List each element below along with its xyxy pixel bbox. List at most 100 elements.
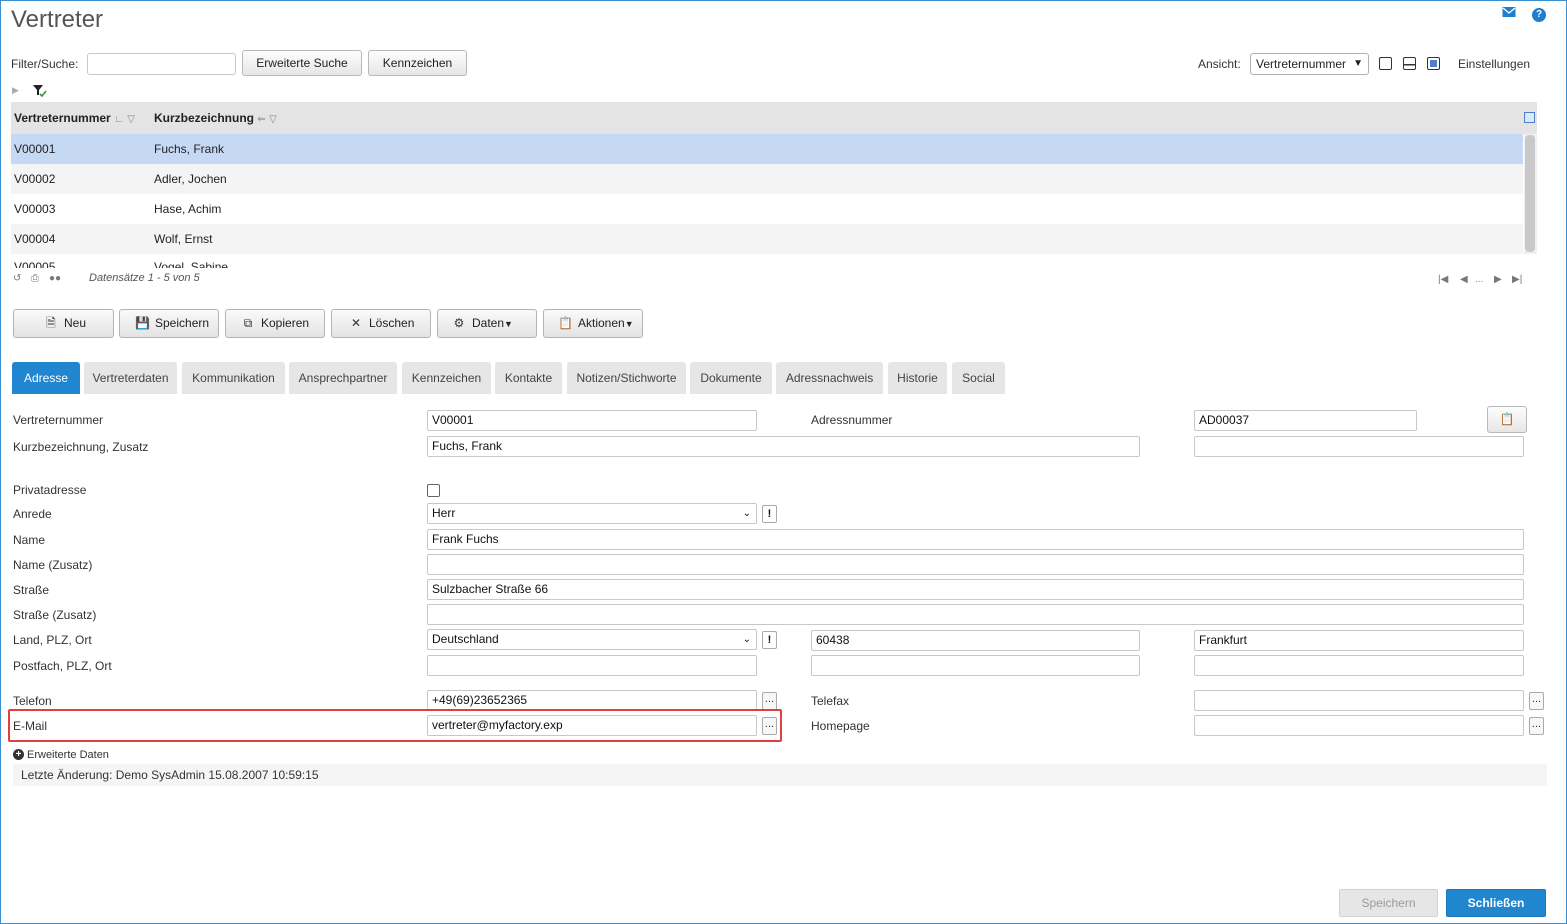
tab-vertreterdaten[interactable]: Vertreterdaten <box>84 362 177 394</box>
label-street-extra: Straße (Zusatz) <box>13 608 97 622</box>
table-row[interactable]: V00003 Hase, Achim <box>11 194 1523 224</box>
print-icon[interactable]: ⎙ <box>31 273 39 284</box>
next-page-icon[interactable]: ▶ <box>1494 274 1502 285</box>
plus-circle-icon[interactable]: + <box>13 749 24 760</box>
clipboard-icon: 📋 <box>558 316 573 330</box>
grid-scrollbar-thumb[interactable] <box>1525 135 1535 252</box>
cell-short-name: Hase, Achim <box>154 202 222 216</box>
new-button[interactable]: 🗎 Neu <box>13 309 114 338</box>
column-chooser-icon[interactable] <box>1524 112 1535 123</box>
short-name-extra-field[interactable] <box>1194 436 1524 457</box>
fax-more-button[interactable]: ... <box>1529 692 1544 710</box>
save-toolbar-button[interactable]: 💾 Speichern <box>119 309 219 338</box>
cell-rep-number: V00002 <box>14 172 56 186</box>
data-icon: ⚙ <box>453 316 465 330</box>
tags-button[interactable]: Kennzeichen <box>368 50 467 76</box>
tab-adresse[interactable]: Adresse <box>12 362 80 394</box>
column-filter-icon[interactable]: ▽ <box>127 114 135 125</box>
sort-icon[interactable]: ⇐ <box>257 114 265 125</box>
clipboard-icon: 📋 <box>1499 412 1515 426</box>
view-select[interactable]: Vertreternummer ▼ <box>1250 53 1369 75</box>
layout-single-icon[interactable] <box>1379 57 1392 70</box>
cell-rep-number: V00001 <box>14 142 56 156</box>
tab-social[interactable]: Social <box>952 362 1005 394</box>
label-address-number: Adressnummer <box>811 413 893 427</box>
refresh-icon[interactable]: ↺ <box>13 273 21 284</box>
tab-adressnachweis[interactable]: Adressnachweis <box>776 362 883 394</box>
first-page-icon[interactable]: |◀ <box>1438 274 1448 285</box>
fax-field[interactable] <box>1194 690 1524 711</box>
address-clipboard-button[interactable]: 📋 <box>1487 406 1527 433</box>
layout-detail-icon[interactable] <box>1427 57 1440 70</box>
settings-link[interactable]: Einstellungen <box>1458 57 1530 71</box>
column-label: Vertreternummer <box>14 111 111 125</box>
save-button[interactable]: Speichern <box>1339 889 1438 917</box>
sort-icon[interactable]: ∟ <box>114 114 124 125</box>
settings-dots-icon[interactable]: ●● <box>49 273 61 284</box>
table-row[interactable]: V00005 Vogel, Sabine <box>11 254 1523 268</box>
salutation-select[interactable]: Herr ⌄ <box>427 503 757 524</box>
actions-menu-button[interactable]: 📋 Aktionen▼ <box>543 309 643 338</box>
column-header-rep-number[interactable]: Vertreternummer ∟ ▽ <box>14 102 135 134</box>
delete-button[interactable]: ✕ Löschen <box>331 309 431 338</box>
copy-button[interactable]: ⧉ Kopieren <box>225 309 325 338</box>
view-selected-value: Vertreternummer <box>1256 57 1347 71</box>
zip-field[interactable]: 60438 <box>811 630 1140 651</box>
prev-page-icon[interactable]: ◀ <box>1460 274 1468 285</box>
homepage-more-button[interactable]: ... <box>1529 717 1544 735</box>
private-address-checkbox[interactable] <box>427 484 440 497</box>
close-icon: ✕ <box>350 316 362 330</box>
close-button[interactable]: Schließen <box>1446 889 1546 917</box>
pobox-zip-field[interactable] <box>811 655 1140 676</box>
expand-arrow-icon[interactable]: ▶ <box>12 85 19 96</box>
tab-ansprechpartner[interactable]: Ansprechpartner <box>289 362 397 394</box>
table-row[interactable]: V00001 Fuchs, Frank <box>11 134 1523 164</box>
column-filter-icon[interactable]: ▽ <box>269 114 277 125</box>
tab-kontakte[interactable]: Kontakte <box>495 362 562 394</box>
tab-kennzeichen[interactable]: Kennzeichen <box>402 362 491 394</box>
homepage-field[interactable] <box>1194 715 1524 736</box>
cell-short-name: Wolf, Ernst <box>154 232 213 246</box>
last-page-icon[interactable]: ▶| <box>1512 274 1522 285</box>
extended-search-button[interactable]: Erweiterte Suche <box>242 50 362 76</box>
cell-short-name: Adler, Jochen <box>154 172 227 186</box>
pobox-field[interactable] <box>427 655 757 676</box>
label-rep-number: Vertreternummer <box>13 413 104 427</box>
street-extra-field[interactable] <box>427 604 1524 625</box>
tab-historie[interactable]: Historie <box>888 362 947 394</box>
label-homepage: Homepage <box>811 719 870 733</box>
country-info-button[interactable]: ! <box>762 631 777 649</box>
mail-icon[interactable] <box>1502 6 1516 20</box>
page-title: Vertreter <box>11 6 104 33</box>
caret-down-icon: ▼ <box>504 319 513 329</box>
salutation-info-button[interactable]: ! <box>762 505 777 523</box>
rep-number-field[interactable]: V00001 <box>427 410 757 431</box>
table-row[interactable]: V00002 Adler, Jochen <box>11 164 1523 194</box>
country-select[interactable]: Deutschland ⌄ <box>427 629 757 650</box>
tab-dokumente[interactable]: Dokumente <box>690 362 772 394</box>
actions-label: Aktionen <box>578 316 625 330</box>
phone-field[interactable]: +49(69)23652365 <box>427 690 757 711</box>
city-field[interactable]: Frankfurt <box>1194 630 1524 651</box>
layout-split-icon[interactable] <box>1403 57 1416 70</box>
address-number-field[interactable]: AD00037 <box>1194 410 1417 431</box>
data-menu-button[interactable]: ⚙ Daten▼ <box>437 309 537 338</box>
table-row[interactable]: V00004 Wolf, Ernst <box>11 224 1523 254</box>
tab-notizen[interactable]: Notizen/Stichworte <box>567 362 686 394</box>
email-highlight-frame <box>8 709 782 742</box>
tab-kommunikation[interactable]: Kommunikation <box>182 362 285 394</box>
column-header-short-name[interactable]: Kurzbezeichnung ⇐ ▽ <box>154 102 277 134</box>
label-street: Straße <box>13 583 50 597</box>
name-field[interactable]: Frank Fuchs <box>427 529 1524 550</box>
name-extra-field[interactable] <box>427 554 1524 575</box>
phone-more-button[interactable]: ... <box>762 692 777 710</box>
filter-active-icon[interactable] <box>32 84 48 101</box>
column-label: Kurzbezeichnung <box>154 111 255 125</box>
filter-search-input[interactable] <box>87 53 236 75</box>
pobox-city-field[interactable] <box>1194 655 1524 676</box>
short-name-field[interactable]: Fuchs, Frank <box>427 436 1140 457</box>
street-field[interactable]: Sulzbacher Straße 66 <box>427 579 1524 600</box>
save-label: Speichern <box>155 316 210 330</box>
help-icon[interactable]: ? <box>1532 8 1546 22</box>
extended-data-toggle[interactable]: Erweiterte Daten <box>27 749 109 761</box>
